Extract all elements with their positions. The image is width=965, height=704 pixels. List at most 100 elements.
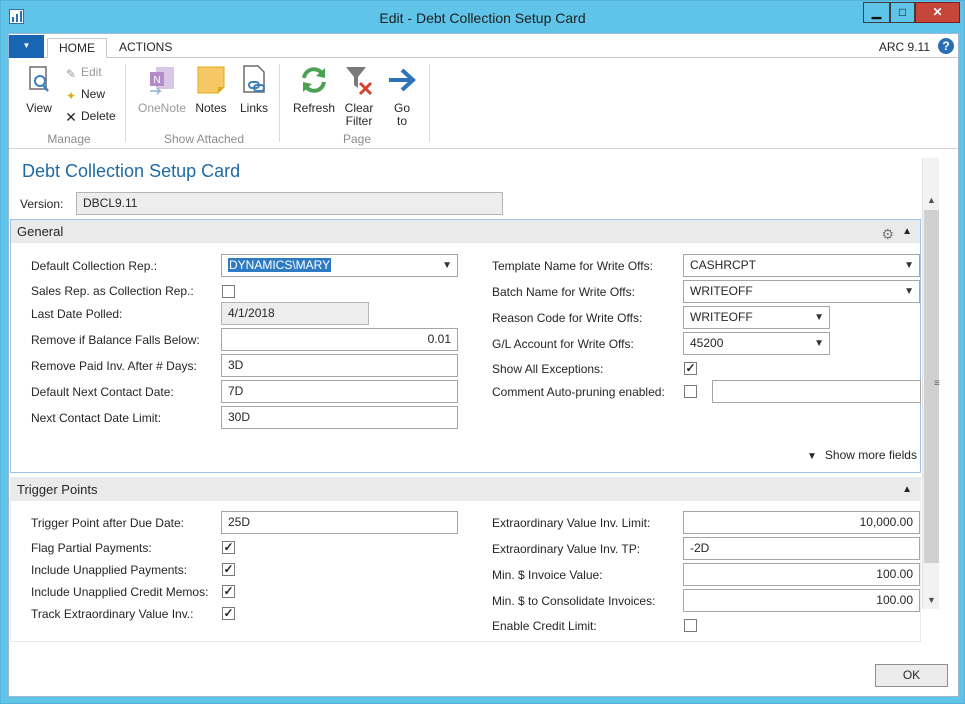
ribbon: View ✎ Edit ✦ New ✕ Delete Manage N OneN…	[9, 58, 958, 149]
group-divider	[429, 64, 430, 142]
notes-button[interactable]: Notes	[192, 64, 230, 115]
show-all-exceptions-checkbox[interactable]: ✓	[684, 362, 697, 375]
trigger-points-header[interactable]: Trigger Points ▲	[11, 478, 920, 501]
pencil-icon: ✎	[65, 67, 77, 81]
extraordinary-tp-field[interactable]: -2D	[683, 537, 920, 560]
comment-auto-pruning-field[interactable]	[712, 380, 921, 403]
new-button[interactable]: ✦ New	[64, 85, 105, 103]
close-button[interactable]: ✕	[915, 2, 960, 23]
view-button[interactable]: View	[19, 64, 59, 115]
min-consolidate-field[interactable]: 100.00	[683, 589, 920, 612]
gl-account-label: G/L Account for Write Offs:	[492, 337, 634, 351]
batch-name-label: Batch Name for Write Offs:	[492, 285, 635, 299]
chevron-down-icon: ▼	[22, 41, 31, 50]
clear-filter-label-2: Filter	[345, 114, 373, 128]
refresh-icon	[302, 67, 326, 93]
default-collection-rep-select[interactable]: DYNAMICS\MARY ▼	[221, 254, 458, 277]
show-all-exceptions-label: Show All Exceptions:	[492, 362, 604, 376]
include-unapplied-payments-checkbox[interactable]: ✓	[222, 563, 235, 576]
remove-paid-inv-label: Remove Paid Inv. After # Days:	[31, 359, 197, 373]
chevron-down-icon: ▼	[807, 451, 817, 462]
version-field[interactable]: DBCL9.11	[76, 192, 503, 215]
chevron-down-icon: ▼	[814, 338, 824, 349]
view-icon	[29, 66, 49, 92]
remove-if-balance-field[interactable]: 0.01	[221, 328, 458, 351]
refresh-label: Refresh	[292, 101, 336, 115]
enable-credit-limit-checkbox[interactable]	[684, 619, 697, 632]
clear-filter-button[interactable]: Clear Filter	[340, 64, 378, 128]
comment-auto-pruning-checkbox[interactable]	[684, 385, 697, 398]
default-next-contact-label: Default Next Contact Date:	[31, 385, 174, 399]
resize-grip-icon[interactable]: ≡	[934, 378, 940, 389]
links-button[interactable]: Links	[235, 64, 273, 115]
template-name-label: Template Name for Write Offs:	[492, 259, 653, 273]
onenote-button[interactable]: N OneNote	[133, 64, 191, 115]
gl-account-select[interactable]: 45200 ▼	[683, 332, 830, 355]
version-label: Version:	[20, 197, 64, 211]
include-unapplied-payments-label: Include Unapplied Payments:	[31, 563, 188, 577]
tab-home[interactable]: HOME	[47, 38, 107, 59]
edit-button[interactable]: ✎ Edit	[64, 63, 102, 81]
group-label-page: Page	[342, 132, 372, 146]
general-header[interactable]: General ⚙ ▲	[11, 220, 920, 243]
min-invoice-value-field[interactable]: 100.00	[683, 563, 920, 586]
minimize-button[interactable]: ▁	[863, 2, 890, 23]
flag-partial-checkbox[interactable]: ✓	[222, 541, 235, 554]
refresh-button[interactable]: Refresh	[291, 64, 337, 115]
template-name-select[interactable]: CASHRCPT ▼	[683, 254, 920, 277]
batch-name-value: WRITEOFF	[690, 284, 753, 298]
goto-label-1: Go	[393, 101, 410, 115]
reason-code-select[interactable]: WRITEOFF ▼	[683, 306, 830, 329]
scroll-down-arrow-icon[interactable]: ▼	[923, 592, 940, 608]
default-collection-rep-value: DYNAMICS\MARY	[228, 258, 332, 272]
scroll-up-arrow-icon[interactable]: ▲	[923, 192, 940, 208]
app-menu-button[interactable]: ▼	[9, 35, 44, 58]
group-divider	[125, 64, 126, 142]
window-title: Edit - Debt Collection Setup Card	[379, 10, 586, 26]
remove-paid-inv-field[interactable]: 3D	[221, 354, 458, 377]
batch-name-select[interactable]: WRITEOFF ▼	[683, 280, 920, 303]
clear-filter-label-1: Clear	[344, 101, 374, 115]
next-contact-limit-label: Next Contact Date Limit:	[31, 411, 162, 425]
delete-button[interactable]: ✕ Delete	[64, 107, 116, 125]
maximize-button[interactable]: □	[890, 2, 915, 23]
svg-text:N: N	[153, 75, 160, 86]
chevron-down-icon: ▼	[904, 286, 914, 297]
reason-code-value: WRITEOFF	[690, 310, 753, 324]
extraordinary-limit-field[interactable]: 10,000.00	[683, 511, 920, 534]
trigger-after-due-field[interactable]: 25D	[221, 511, 458, 534]
onenote-icon: N	[150, 67, 174, 95]
new-label: New	[81, 87, 106, 101]
remove-if-balance-label: Remove if Balance Falls Below:	[31, 333, 200, 347]
delete-x-icon: ✕	[65, 109, 77, 125]
flag-partial-label: Flag Partial Payments:	[31, 541, 152, 555]
include-unapplied-credit-checkbox[interactable]: ✓	[222, 585, 235, 598]
sales-rep-checkbox[interactable]	[222, 285, 235, 298]
company-name: ARC 9.11	[878, 40, 930, 54]
title-bar: Edit - Debt Collection Setup Card ▁ □ ✕	[1, 1, 964, 33]
gear-icon[interactable]: ⚙	[881, 223, 894, 246]
page-title: Debt Collection Setup Card	[22, 161, 241, 181]
last-date-polled-field[interactable]: 4/1/2018	[221, 302, 369, 325]
track-extraordinary-checkbox[interactable]: ✓	[222, 607, 235, 620]
extraordinary-limit-label: Extraordinary Value Inv. Limit:	[492, 516, 651, 530]
show-more-fields-link[interactable]: ▼ Show more fields	[807, 448, 917, 462]
chevron-down-icon: ▼	[814, 312, 824, 323]
ribbon-tabstrip: ▼ HOME ACTIONS ARC 9.11 ?	[9, 34, 958, 59]
default-next-contact-field[interactable]: 7D	[221, 380, 458, 403]
ok-button[interactable]: OK	[875, 664, 948, 687]
goto-button[interactable]: Go to	[385, 64, 419, 128]
view-label: View	[26, 101, 52, 115]
enable-credit-limit-label: Enable Credit Limit:	[492, 619, 597, 633]
chevron-up-icon[interactable]: ▲	[902, 220, 912, 243]
tab-actions[interactable]: ACTIONS	[108, 38, 183, 59]
help-icon[interactable]: ?	[938, 38, 954, 54]
reason-code-label: Reason Code for Write Offs:	[492, 311, 643, 325]
show-more-fields-label: Show more fields	[824, 448, 917, 462]
next-contact-limit-field[interactable]: 30D	[221, 406, 458, 429]
chevron-down-icon: ▼	[904, 260, 914, 271]
chevron-up-icon[interactable]: ▲	[902, 478, 912, 501]
group-divider	[279, 64, 280, 142]
gl-account-value: 45200	[690, 336, 724, 350]
links-label: Links	[239, 101, 268, 115]
